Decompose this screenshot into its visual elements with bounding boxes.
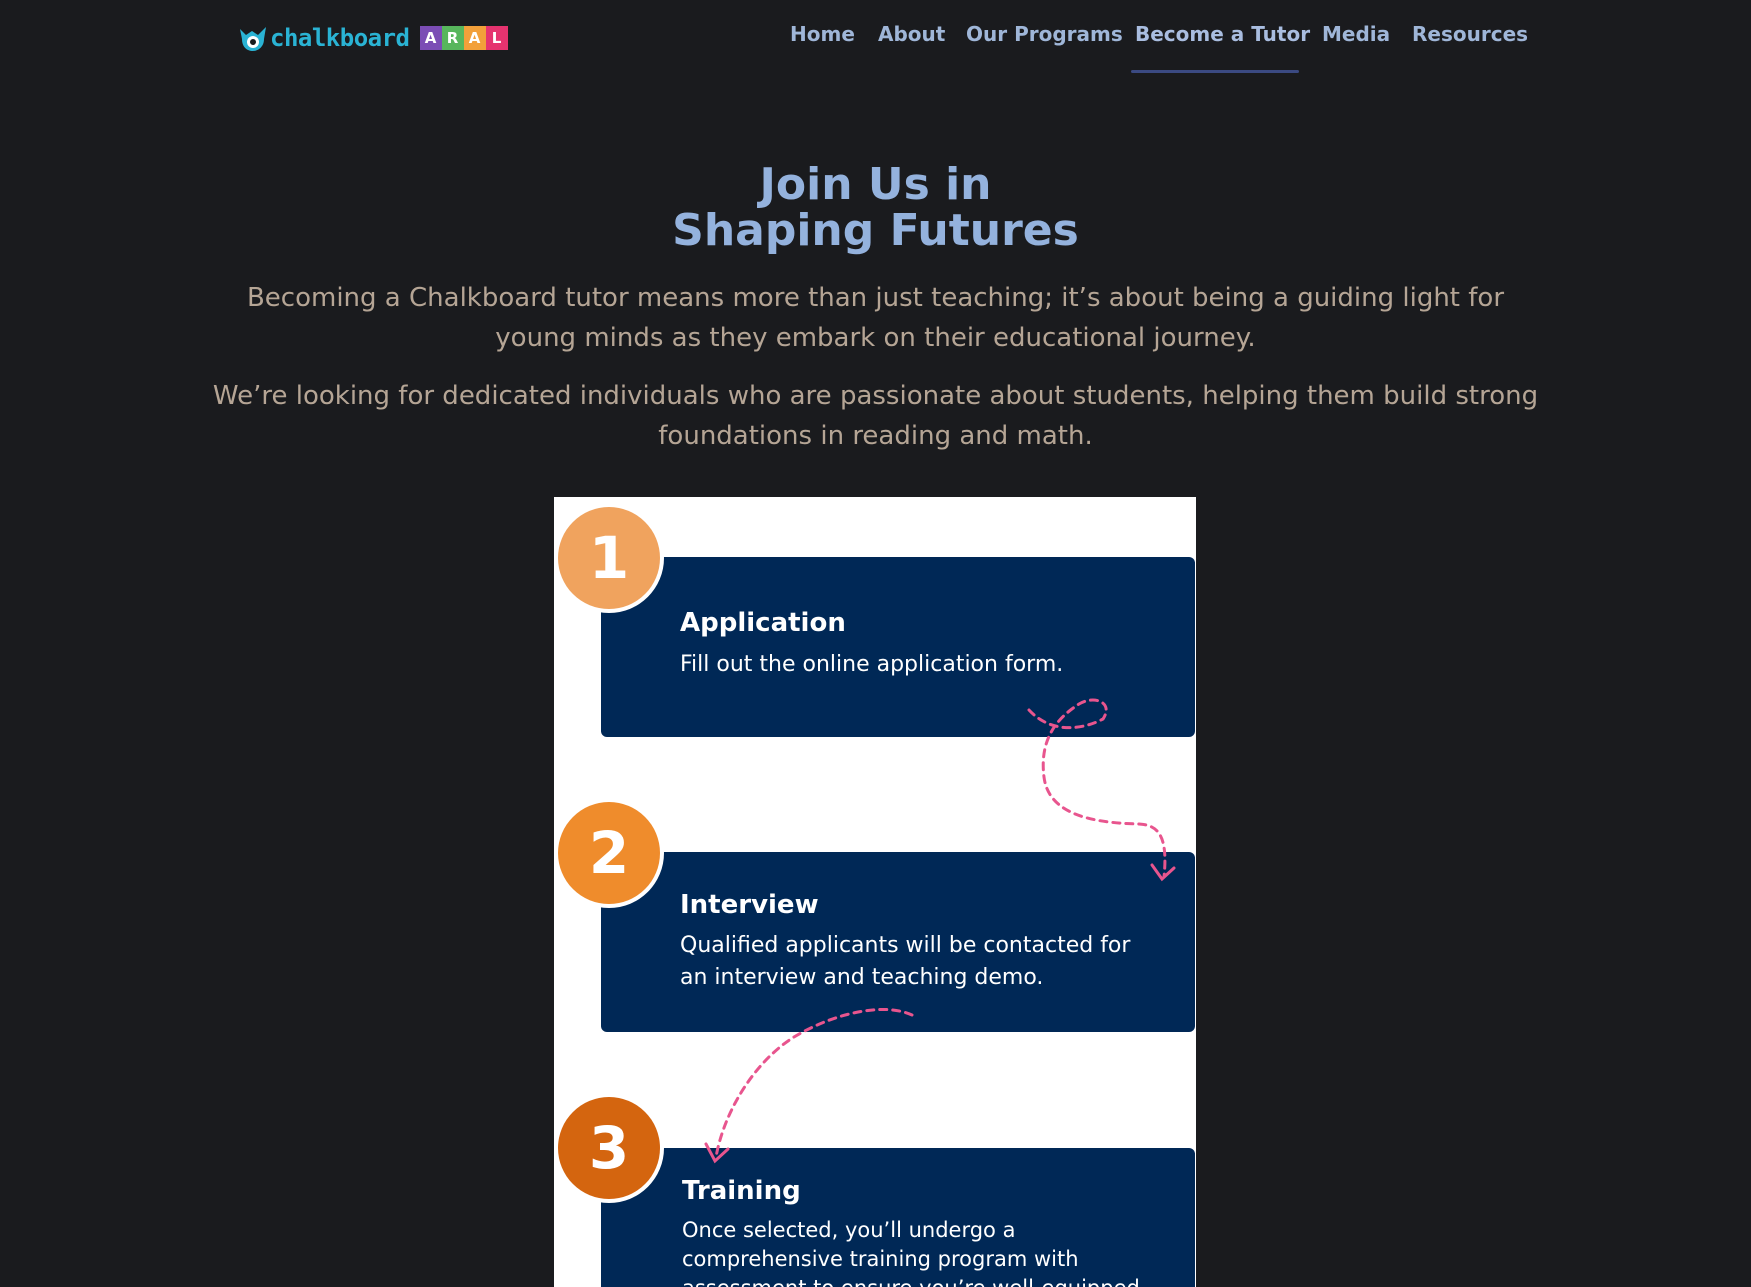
nav-our-programs[interactable]: Our Programs — [966, 22, 1123, 46]
step-description: Fill out the online application form. — [680, 652, 1064, 677]
step-title: Training — [682, 1176, 801, 1206]
step-number-badge: 3 — [554, 1093, 664, 1203]
page-title: Join Us in Shaping Futures — [0, 162, 1751, 254]
nav-about[interactable]: About — [878, 22, 945, 46]
step-number-badge: 1 — [554, 503, 664, 613]
step-card-application: Application Fill out the online applicat… — [601, 557, 1195, 737]
step-card-training: Training Once selected, you’ll undergo a… — [601, 1148, 1195, 1287]
tutor-process-infographic: Application Fill out the online applicat… — [554, 497, 1196, 1287]
page-title-line-1: Join Us in — [759, 159, 992, 210]
step-number: 2 — [558, 802, 660, 904]
step-number-badge: 2 — [554, 798, 664, 908]
step-title: Interview — [680, 890, 819, 920]
site-header: chalkboard A R A L Home About Our Progra… — [0, 0, 1751, 80]
page-title-line-2: Shaping Futures — [672, 205, 1079, 256]
intro-paragraph: Becoming a Chalkboard tutor means more t… — [246, 283, 1505, 353]
nav-become-a-tutor[interactable]: Become a Tutor — [1135, 22, 1310, 46]
main-nav: Home About Our Programs Become a Tutor M… — [0, 0, 1751, 80]
step-description: Qualified applicants will be contacted f… — [680, 933, 1131, 990]
active-nav-indicator — [1131, 70, 1299, 73]
step-number: 1 — [558, 507, 660, 609]
step-number: 3 — [558, 1097, 660, 1199]
nav-home[interactable]: Home — [790, 22, 855, 46]
step-description: Once selected, you’ll undergo a comprehe… — [682, 1218, 1140, 1287]
nav-media[interactable]: Media — [1322, 22, 1390, 46]
nav-resources[interactable]: Resources — [1412, 22, 1528, 46]
step-card-interview: Interview Qualified applicants will be c… — [601, 852, 1195, 1032]
requirements-paragraph: We’re looking for dedicated individuals … — [212, 381, 1539, 451]
step-title: Application — [680, 608, 846, 638]
